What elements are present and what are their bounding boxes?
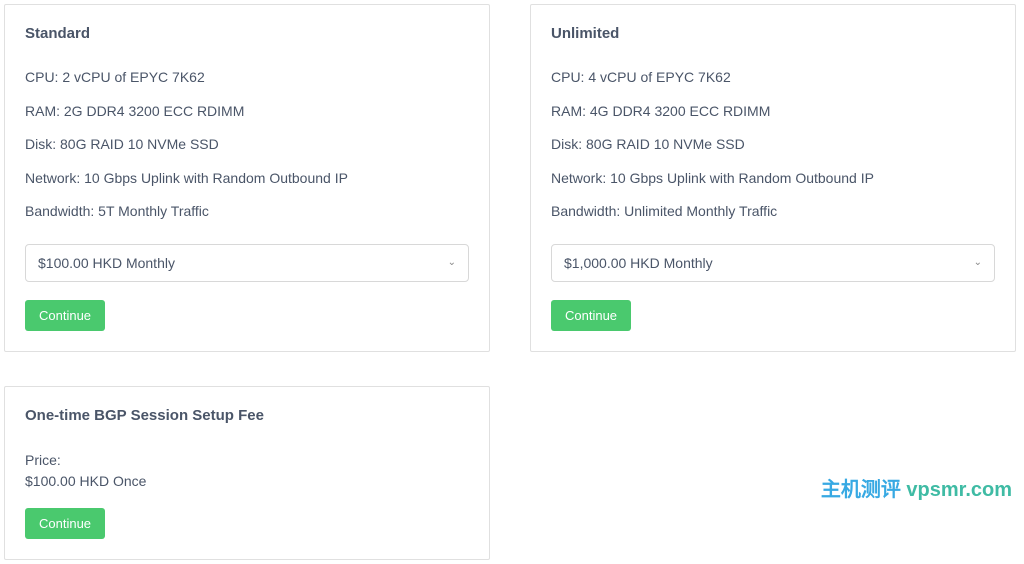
addon-price-value: $100.00 HKD Once — [25, 471, 469, 492]
continue-button[interactable]: Continue — [25, 508, 105, 539]
addon-title: One-time BGP Session Setup Fee — [25, 407, 469, 424]
addon-price-label: Price: — [25, 450, 469, 471]
billing-select-wrapper: $100.00 HKD Monthly ⌄ — [25, 244, 469, 282]
spec-bandwidth: Bandwidth: 5T Monthly Traffic — [25, 202, 469, 222]
addon-price-block: Price: $100.00 HKD Once — [25, 450, 469, 492]
chevron-down-icon: ⌄ — [448, 257, 456, 268]
continue-button[interactable]: Continue — [25, 300, 105, 331]
billing-cycle-select[interactable]: $1,000.00 HKD Monthly ⌄ — [551, 244, 995, 282]
spec-cpu: CPU: 2 vCPU of EPYC 7K62 — [25, 68, 469, 88]
spec-ram: RAM: 2G DDR4 3200 ECC RDIMM — [25, 102, 469, 122]
plan-title: Unlimited — [551, 25, 995, 42]
addon-card-bgp: One-time BGP Session Setup Fee Price: $1… — [4, 386, 490, 560]
billing-selected-value: $100.00 HKD Monthly — [38, 255, 175, 271]
billing-select-wrapper: $1,000.00 HKD Monthly ⌄ — [551, 244, 995, 282]
spec-network: Network: 10 Gbps Uplink with Random Outb… — [551, 169, 995, 189]
plan-card-unlimited: Unlimited CPU: 4 vCPU of EPYC 7K62 RAM: … — [530, 4, 1016, 352]
spec-bandwidth: Bandwidth: Unlimited Monthly Traffic — [551, 202, 995, 222]
spec-ram: RAM: 4G DDR4 3200 ECC RDIMM — [551, 102, 995, 122]
spec-disk: Disk: 80G RAID 10 NVMe SSD — [25, 135, 469, 155]
plans-container: Standard CPU: 2 vCPU of EPYC 7K62 RAM: 2… — [0, 0, 1024, 564]
plan-card-standard: Standard CPU: 2 vCPU of EPYC 7K62 RAM: 2… — [4, 4, 490, 352]
continue-button[interactable]: Continue — [551, 300, 631, 331]
chevron-down-icon: ⌄ — [974, 257, 982, 268]
billing-cycle-select[interactable]: $100.00 HKD Monthly ⌄ — [25, 244, 469, 282]
spec-disk: Disk: 80G RAID 10 NVMe SSD — [551, 135, 995, 155]
spec-cpu: CPU: 4 vCPU of EPYC 7K62 — [551, 68, 995, 88]
billing-selected-value: $1,000.00 HKD Monthly — [564, 255, 713, 271]
spec-network: Network: 10 Gbps Uplink with Random Outb… — [25, 169, 469, 189]
plan-title: Standard — [25, 25, 469, 42]
